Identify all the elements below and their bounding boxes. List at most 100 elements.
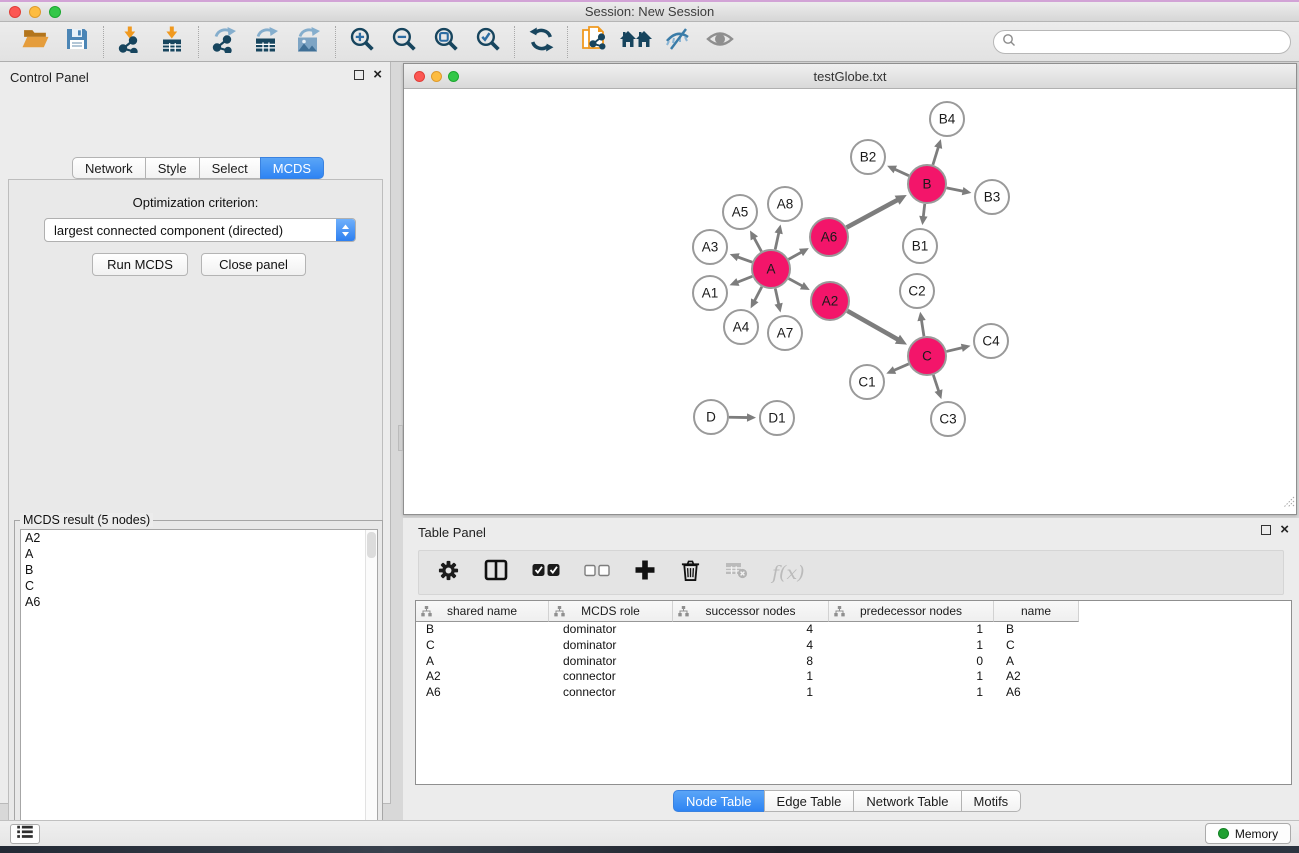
tab-style[interactable]: Style: [145, 157, 200, 179]
mcds-result-item[interactable]: C: [21, 578, 377, 594]
resize-grip-icon[interactable]: [1282, 495, 1295, 513]
show-columns-button[interactable]: [484, 559, 508, 586]
graph-edge-B-B1[interactable]: [923, 204, 925, 218]
network-canvas[interactable]: B4B2BB3B1A5A8A3A6AA1A4A7A2C2CC4C1C3DD1: [404, 89, 1296, 514]
export-table-button[interactable]: [246, 25, 288, 59]
graph-node-label: C1: [858, 375, 875, 390]
network-zoom-button[interactable]: [448, 71, 459, 82]
table-row[interactable]: Adominator80A: [416, 654, 1291, 670]
column-header-successor-nodes[interactable]: successor nodes: [673, 601, 829, 622]
graph-edge-C-C1[interactable]: [893, 364, 909, 371]
mcds-result-box: MCDS result (5 nodes) A2ABCA6: [14, 520, 383, 853]
table-cell: connector: [549, 685, 673, 701]
graph-edge-A-A6[interactable]: [789, 251, 803, 259]
table-row[interactable]: Bdominator41B: [416, 622, 1291, 638]
status-bar: Memory: [0, 820, 1299, 846]
mcds-result-item[interactable]: B: [21, 562, 377, 578]
column-header-MCDS-role[interactable]: MCDS role: [549, 601, 673, 622]
select-all-button[interactable]: [532, 563, 560, 582]
graph-edge-C-C2[interactable]: [921, 319, 924, 337]
float-table-panel-icon[interactable]: [1261, 525, 1271, 535]
memory-button[interactable]: Memory: [1205, 823, 1291, 844]
graph-edge-A-A2[interactable]: [789, 279, 804, 287]
mcds-result-item[interactable]: A2: [21, 530, 377, 546]
search-box[interactable]: [993, 30, 1291, 54]
tab-motifs[interactable]: Motifs: [961, 790, 1022, 812]
open-session-button[interactable]: [14, 25, 56, 59]
show-graphics-details-button[interactable]: [699, 25, 741, 59]
minimize-window-button[interactable]: [29, 6, 41, 18]
deselect-all-button[interactable]: [584, 564, 610, 582]
search-input[interactable]: [1021, 35, 1290, 49]
delete-column-button[interactable]: [680, 559, 701, 587]
hide-graphics-details-button[interactable]: [657, 25, 699, 59]
graph-node-label: A6: [821, 230, 838, 245]
tab-network-table[interactable]: Network Table: [853, 790, 961, 812]
zoom-window-button[interactable]: [49, 6, 61, 18]
import-network-button[interactable]: [109, 25, 151, 59]
home-pair-button[interactable]: [615, 25, 657, 59]
close-panel-icon[interactable]: ×: [373, 70, 382, 80]
import-table-button[interactable]: [151, 25, 193, 59]
toolbar-separator: [198, 26, 199, 58]
network-close-button[interactable]: [414, 71, 425, 82]
table-row[interactable]: A2connector11A2: [416, 669, 1291, 685]
export-network-button[interactable]: [204, 25, 246, 59]
graph-edge-B-B4[interactable]: [933, 146, 939, 165]
graph-edge-A-A5[interactable]: [753, 237, 761, 252]
graph-edge-C-C3[interactable]: [933, 375, 939, 392]
refresh-button[interactable]: [520, 25, 562, 59]
table-cell: A2: [994, 669, 1079, 685]
graph-edge-A-A8[interactable]: [775, 231, 779, 249]
graph-edge-A-A4[interactable]: [754, 287, 762, 302]
graph-edge-A-A3[interactable]: [736, 256, 752, 262]
export-image-button[interactable]: [288, 25, 330, 59]
graph-edge-B-B2[interactable]: [893, 169, 908, 176]
tab-select[interactable]: Select: [199, 157, 261, 179]
window-title: Session: New Session: [0, 2, 1299, 22]
save-session-button[interactable]: [56, 25, 98, 59]
graph-edge-A2-C[interactable]: [847, 311, 899, 340]
column-header-predecessor-nodes[interactable]: predecessor nodes: [829, 601, 994, 622]
network-minimize-button[interactable]: [431, 71, 442, 82]
scrollbar[interactable]: [365, 530, 377, 853]
new-network-from-file-button[interactable]: [573, 25, 615, 59]
graph-edge-B-B3[interactable]: [947, 188, 965, 192]
tab-edge-table[interactable]: Edge Table: [764, 790, 855, 812]
column-header-name[interactable]: name: [994, 601, 1079, 622]
home-pair-icon: [619, 27, 653, 56]
criterion-dropdown[interactable]: largest connected component (directed): [44, 218, 356, 242]
close-table-panel-icon[interactable]: ×: [1280, 525, 1289, 535]
graph-edge-A6-B[interactable]: [847, 199, 899, 227]
zoom-selected-icon: [475, 26, 502, 58]
column-header-shared-name[interactable]: shared name: [416, 601, 549, 622]
close-window-button[interactable]: [9, 6, 21, 18]
graph-edge-A-A7[interactable]: [775, 289, 779, 306]
table-options-button[interactable]: [437, 559, 460, 587]
network-window-titlebar[interactable]: testGlobe.txt: [404, 64, 1296, 89]
mcds-result-list[interactable]: A2ABCA6: [20, 529, 378, 853]
table-cell: 4: [673, 638, 829, 654]
add-column-button[interactable]: [634, 559, 656, 586]
run-mcds-button[interactable]: Run MCDS: [92, 253, 188, 276]
graph-edge-A-A1[interactable]: [736, 276, 752, 282]
mcds-result-item[interactable]: A6: [21, 594, 377, 610]
graph-node-label: A1: [702, 286, 719, 301]
zoom-in-button[interactable]: [341, 25, 383, 59]
zoom-fit-button[interactable]: [425, 25, 467, 59]
table-row[interactable]: A6connector11A6: [416, 685, 1291, 701]
tab-node-table[interactable]: Node Table: [673, 790, 765, 812]
mcds-result-item[interactable]: A: [21, 546, 377, 562]
split-pane-handle[interactable]: [398, 425, 403, 451]
table-row[interactable]: Cdominator41C: [416, 638, 1291, 654]
task-history-button[interactable]: [10, 824, 40, 844]
zoom-out-button[interactable]: [383, 25, 425, 59]
graph-edge-C-C4[interactable]: [946, 347, 963, 351]
float-panel-icon[interactable]: [354, 70, 364, 80]
table-cell: dominator: [549, 622, 673, 638]
tab-network[interactable]: Network: [72, 157, 146, 179]
close-panel-button[interactable]: Close panel: [201, 253, 306, 276]
tab-mcds[interactable]: MCDS: [260, 157, 324, 179]
zoom-selected-button[interactable]: [467, 25, 509, 59]
table-cell: 1: [829, 685, 994, 701]
